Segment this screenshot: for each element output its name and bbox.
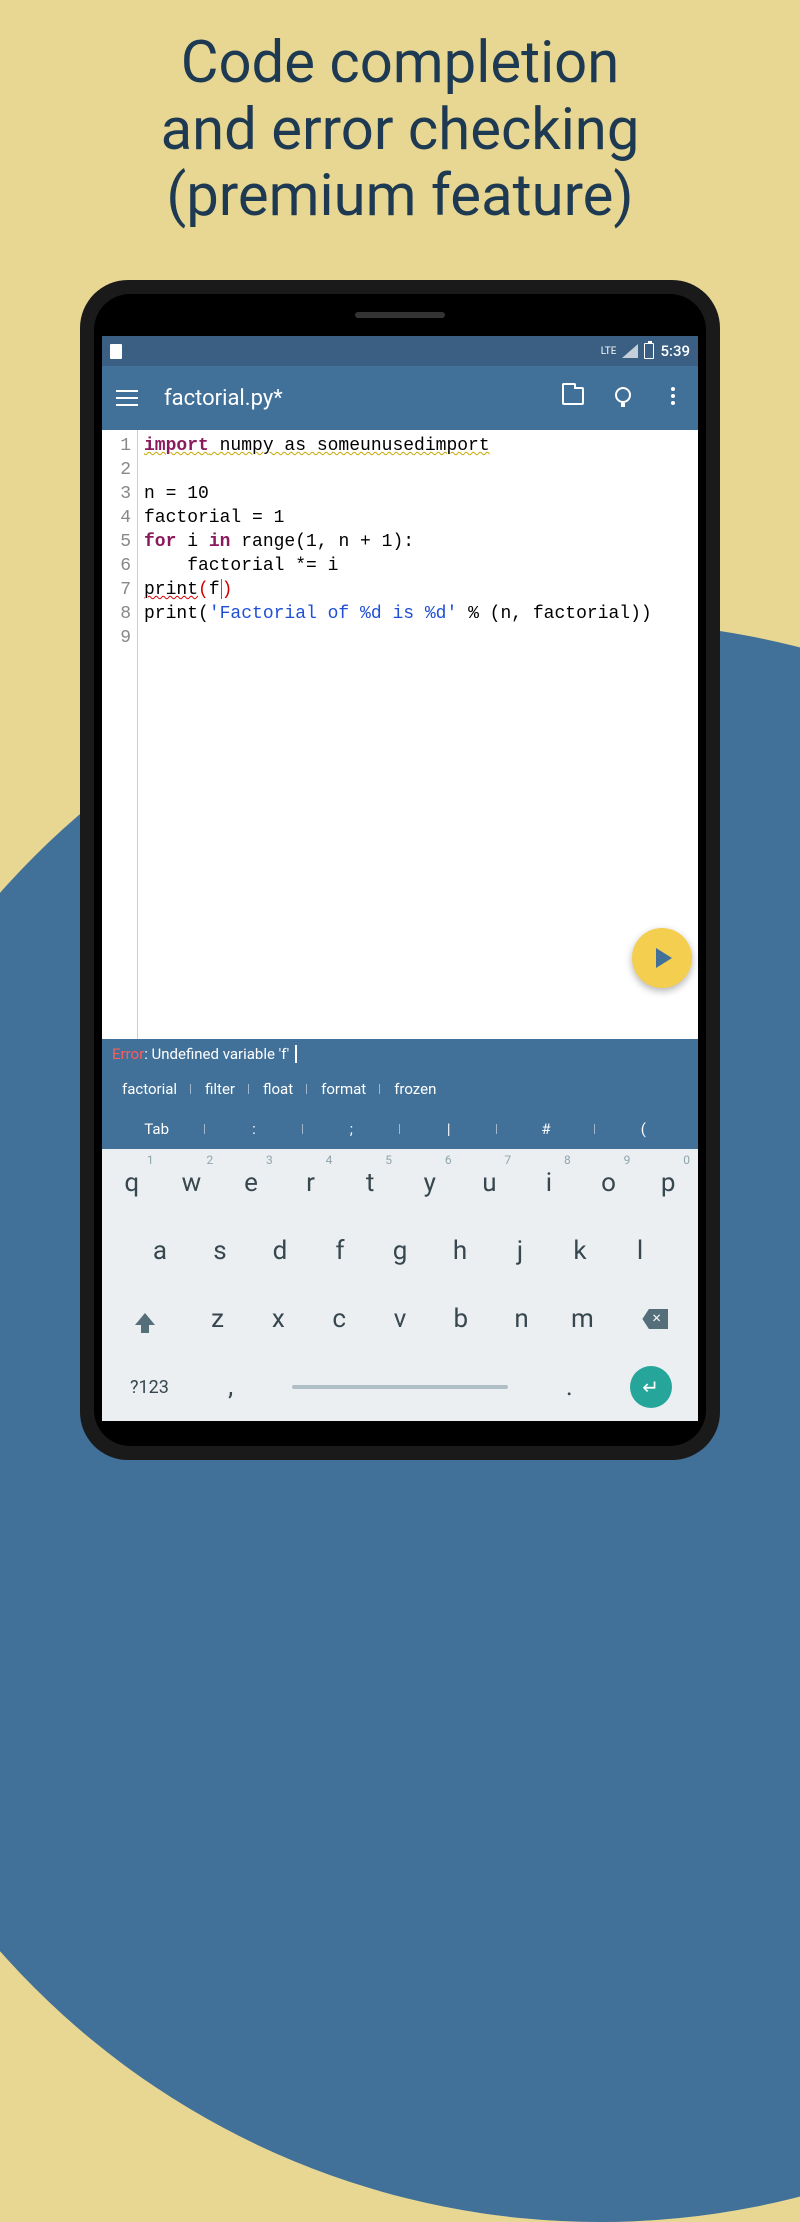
soft-keyboard: 1q 2w 3e 4r 5t 6y 7u 8i 9o 0p a s d f g [102, 1149, 698, 1421]
key-enter[interactable]: ↵ [603, 1353, 698, 1421]
key-t[interactable]: 5t [340, 1149, 400, 1217]
symbol-key[interactable]: | [400, 1120, 497, 1138]
suggestion-item[interactable]: float [249, 1080, 307, 1098]
key-c[interactable]: c [309, 1285, 370, 1353]
key-p[interactable]: 0p [638, 1149, 698, 1217]
symbol-key[interactable]: ; [303, 1120, 400, 1138]
key-z[interactable]: z [187, 1285, 248, 1353]
key-f[interactable]: f [310, 1217, 370, 1285]
key-d[interactable]: d [250, 1217, 310, 1285]
key-r[interactable]: 4r [281, 1149, 341, 1217]
symbol-key[interactable]: # [497, 1120, 594, 1138]
hint-button[interactable] [612, 387, 634, 409]
app-bar: factorial.py* [102, 366, 698, 430]
play-icon [656, 948, 672, 968]
key-backspace[interactable] [613, 1285, 698, 1353]
key-y[interactable]: 6y [400, 1149, 460, 1217]
menu-button[interactable] [116, 390, 138, 406]
status-bar: LTE 5:39 [102, 336, 698, 366]
suggestion-item[interactable]: factorial [108, 1080, 191, 1098]
phone-screen: LTE 5:39 factorial.py* 123 456 [102, 336, 698, 1421]
key-j[interactable]: j [490, 1217, 550, 1285]
symbol-row: Tab : ; | # ( [102, 1109, 698, 1149]
code-editor[interactable]: 123 456 789 import numpy as someunusedim… [102, 430, 698, 1039]
code-body[interactable]: import numpy as someunusedimport n = 10 … [138, 430, 652, 1039]
lte-indicator: LTE [601, 346, 617, 357]
file-title: factorial.py* [164, 386, 562, 411]
key-period[interactable]: . [535, 1353, 603, 1421]
backspace-icon [642, 1309, 668, 1329]
shift-icon [135, 1313, 155, 1325]
key-l[interactable]: l [610, 1217, 670, 1285]
key-x[interactable]: x [248, 1285, 309, 1353]
key-g[interactable]: g [370, 1217, 430, 1285]
key-u[interactable]: 7u [460, 1149, 520, 1217]
more-button[interactable] [662, 387, 684, 409]
open-folder-button[interactable] [562, 387, 584, 409]
key-e[interactable]: 3e [221, 1149, 281, 1217]
key-a[interactable]: a [130, 1217, 190, 1285]
key-q[interactable]: 1q [102, 1149, 162, 1217]
phone-frame: LTE 5:39 factorial.py* 123 456 [80, 280, 720, 1460]
key-comma[interactable]: , [197, 1353, 265, 1421]
status-time: 5:39 [660, 342, 690, 360]
key-h[interactable]: h [430, 1217, 490, 1285]
symbol-key[interactable]: Tab [108, 1120, 205, 1138]
signal-icon [622, 344, 638, 358]
error-message: Error : Undefined variable 'f' [102, 1039, 698, 1069]
key-s[interactable]: s [190, 1217, 250, 1285]
key-b[interactable]: b [430, 1285, 491, 1353]
suggestion-row: factorial filter float format frozen [102, 1069, 698, 1109]
key-m[interactable]: m [552, 1285, 613, 1353]
line-gutter: 123 456 789 [102, 430, 138, 1039]
suggestion-item[interactable]: frozen [380, 1080, 450, 1098]
key-shift[interactable] [102, 1285, 187, 1353]
key-symbols[interactable]: ?123 [102, 1353, 197, 1421]
key-k[interactable]: k [550, 1217, 610, 1285]
enter-icon: ↵ [630, 1366, 672, 1408]
key-o[interactable]: 9o [579, 1149, 639, 1217]
key-n[interactable]: n [491, 1285, 552, 1353]
symbol-key[interactable]: ( [595, 1120, 692, 1138]
assist-panel: Error : Undefined variable 'f' factorial… [102, 1039, 698, 1149]
key-space[interactable] [265, 1353, 536, 1421]
sd-card-icon [110, 344, 122, 359]
promo-headline: Code completion and error checking (prem… [0, 30, 800, 230]
suggestion-item[interactable]: filter [191, 1080, 249, 1098]
suggestion-item[interactable]: format [307, 1080, 380, 1098]
battery-icon [644, 343, 654, 359]
phone-speaker [355, 312, 445, 318]
key-w[interactable]: 2w [162, 1149, 222, 1217]
key-v[interactable]: v [370, 1285, 431, 1353]
run-button[interactable] [632, 928, 692, 988]
key-i[interactable]: 8i [519, 1149, 579, 1217]
symbol-key[interactable]: : [205, 1120, 302, 1138]
